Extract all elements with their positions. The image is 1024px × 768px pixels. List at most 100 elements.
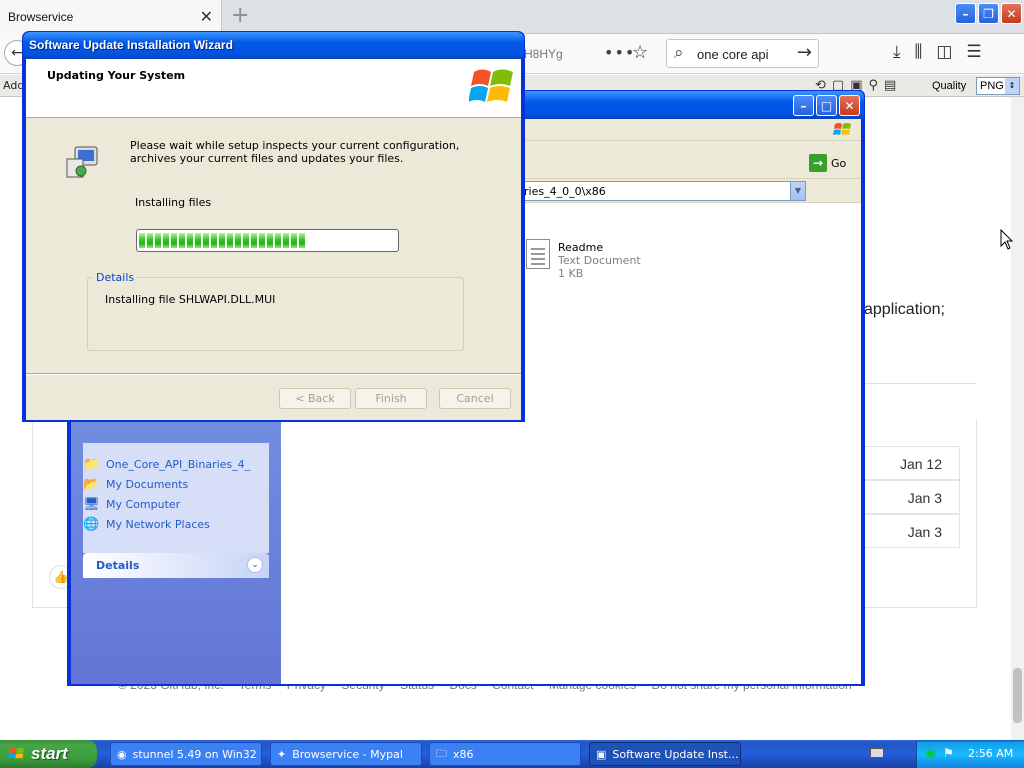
browser-window-controls: – ❐ ✕ [955, 3, 1022, 24]
close-tab-icon[interactable]: ✕ [200, 7, 213, 26]
progress-segment [211, 233, 217, 248]
quality-select[interactable]: PNG ⇕ [976, 77, 1020, 95]
progress-segment [171, 233, 177, 248]
start-button[interactable]: start [0, 740, 97, 768]
explorer-window-controls: – □ ✕ [793, 95, 860, 116]
place-link-my-computer[interactable]: 🖥 My Computer [83, 497, 180, 512]
progress-segment [203, 233, 209, 248]
progress-segment [139, 233, 145, 248]
install-detail-text: Installing file SHLWAPI.DLL.MUI [105, 293, 276, 306]
url-field[interactable]: H8HYg [524, 47, 563, 61]
new-tab-icon[interactable]: + [231, 3, 249, 28]
list-item[interactable]: Jan 12 [864, 446, 960, 480]
close-window-icon[interactable]: ✕ [839, 95, 860, 116]
page-scrollbar[interactable] [1011, 97, 1024, 740]
sidebar-icon[interactable]: ◫ [936, 42, 952, 62]
download-icon[interactable]: ⤓ [893, 42, 901, 62]
tray-network-icon[interactable]: ◉ [925, 746, 936, 761]
wizard-titlebar[interactable]: Software Update Installation Wizard [23, 32, 524, 59]
search-input[interactable]: one core api [697, 47, 769, 62]
browser-tabbar: Browservice ✕ + – ❐ ✕ [0, 0, 1024, 34]
wizard-window: Software Update Installation Wizard Upda… [22, 31, 525, 422]
folder-icon: 🗀 [436, 746, 447, 760]
progress-segment [235, 233, 241, 248]
computer-icon: 🖥 [83, 497, 100, 512]
expand-chevron-icon[interactable]: ⌄ [247, 557, 263, 573]
maximize-icon[interactable]: □ [816, 95, 837, 116]
progress-segment [179, 233, 185, 248]
search-go-arrow-icon[interactable]: → [797, 42, 812, 63]
text-document-icon [526, 239, 550, 269]
keyboard-icon[interactable] [870, 748, 884, 758]
mouse-cursor-icon [1000, 229, 1014, 250]
installer-icon [66, 146, 98, 178]
install-status: Installing files [135, 196, 212, 209]
spin-arrows-icon[interactable]: ⇕ [1005, 78, 1019, 94]
progress-segment [283, 233, 289, 248]
cancel-button[interactable]: Cancel [439, 388, 511, 409]
progress-segment [291, 233, 297, 248]
place-link-my-network-places[interactable]: 🌐 My Network Places [83, 517, 210, 532]
scrollbar-thumb[interactable] [1013, 668, 1022, 723]
progress-segment [267, 233, 273, 248]
details-label: Details [96, 559, 140, 572]
bookmark-star-icon[interactable]: ☆ [632, 42, 648, 63]
windows-logo-icon [469, 69, 513, 102]
quality-label: Quality [932, 80, 967, 92]
clock: 2:56 AM [968, 747, 1014, 760]
taskbar-item-label: stunnel 5.49 on Win32 [132, 747, 257, 761]
date-label: Jan 3 [907, 524, 942, 540]
browser-tab[interactable]: Browservice ✕ [0, 0, 222, 34]
windows-logo-icon [833, 123, 851, 135]
go-arrow-icon: → [809, 154, 827, 172]
documents-icon: 📂 [83, 477, 100, 492]
progress-segment [219, 233, 225, 248]
menu-icon[interactable]: ☰ [966, 42, 981, 62]
find-icon[interactable]: ⚲ [869, 78, 879, 93]
place-link-folder[interactable]: 📁 One_Core_API_Binaries_4_ [83, 457, 250, 472]
list-item[interactable]: Jan 3 [864, 480, 960, 514]
page-actions-icon[interactable]: ••• [604, 43, 635, 62]
taskbar-item-label: Browservice - Mypal [292, 747, 403, 761]
back-button[interactable]: < Back [279, 388, 351, 409]
go-button[interactable]: → Go [809, 154, 846, 172]
windows-logo-icon [8, 747, 25, 759]
clipboard-icon[interactable]: ▤ [884, 78, 896, 93]
progress-segment [227, 233, 233, 248]
divider [864, 383, 976, 384]
date-label: Jan 3 [907, 490, 942, 506]
tray-app-icon[interactable]: ⚑ [943, 746, 954, 760]
minimize-icon[interactable]: – [955, 3, 976, 24]
progress-segment [275, 233, 281, 248]
wizard-header-title: Updating Your System [47, 69, 186, 82]
progress-segment [259, 233, 265, 248]
taskbar-item-software-update[interactable]: ▣ Software Update Inst... [589, 742, 741, 766]
taskbar-item-label: x86 [453, 747, 474, 761]
progress-segment [195, 233, 201, 248]
finish-button[interactable]: Finish [355, 388, 427, 409]
details-panel-header[interactable]: Details ⌄ [83, 553, 269, 578]
progress-segment [187, 233, 193, 248]
search-box[interactable]: ⌕ one core api → [666, 39, 819, 68]
progress-segment [147, 233, 153, 248]
file-name: Readme [558, 241, 604, 254]
details-groupbox [87, 277, 464, 351]
place-label: My Documents [106, 478, 189, 491]
restore-icon[interactable]: ❐ [978, 3, 999, 24]
taskbar-item-x86[interactable]: 🗀 x86 [429, 742, 581, 766]
taskbar-item-browservice[interactable]: ✦ Browservice - Mypal [270, 742, 422, 766]
browser-toolbar-icons: ⤓ ⫼ ◫ ☰ [893, 42, 982, 62]
minimize-icon[interactable]: – [793, 95, 814, 116]
go-label: Go [831, 156, 847, 170]
quality-value: PNG [980, 80, 1004, 92]
taskbar-item-stunnel[interactable]: ◉ stunnel 5.49 on Win32 [110, 742, 262, 766]
network-icon: 🌐 [83, 517, 100, 532]
place-label: My Computer [106, 498, 181, 511]
date-label: Jan 12 [899, 456, 942, 472]
progress-fill [139, 233, 396, 248]
close-window-icon[interactable]: ✕ [1001, 3, 1022, 24]
library-icon[interactable]: ⫼ [915, 42, 923, 62]
list-item[interactable]: Jan 3 [864, 514, 960, 548]
place-link-my-documents[interactable]: 📂 My Documents [83, 477, 188, 492]
chevron-down-icon[interactable]: ▼ [790, 182, 805, 200]
